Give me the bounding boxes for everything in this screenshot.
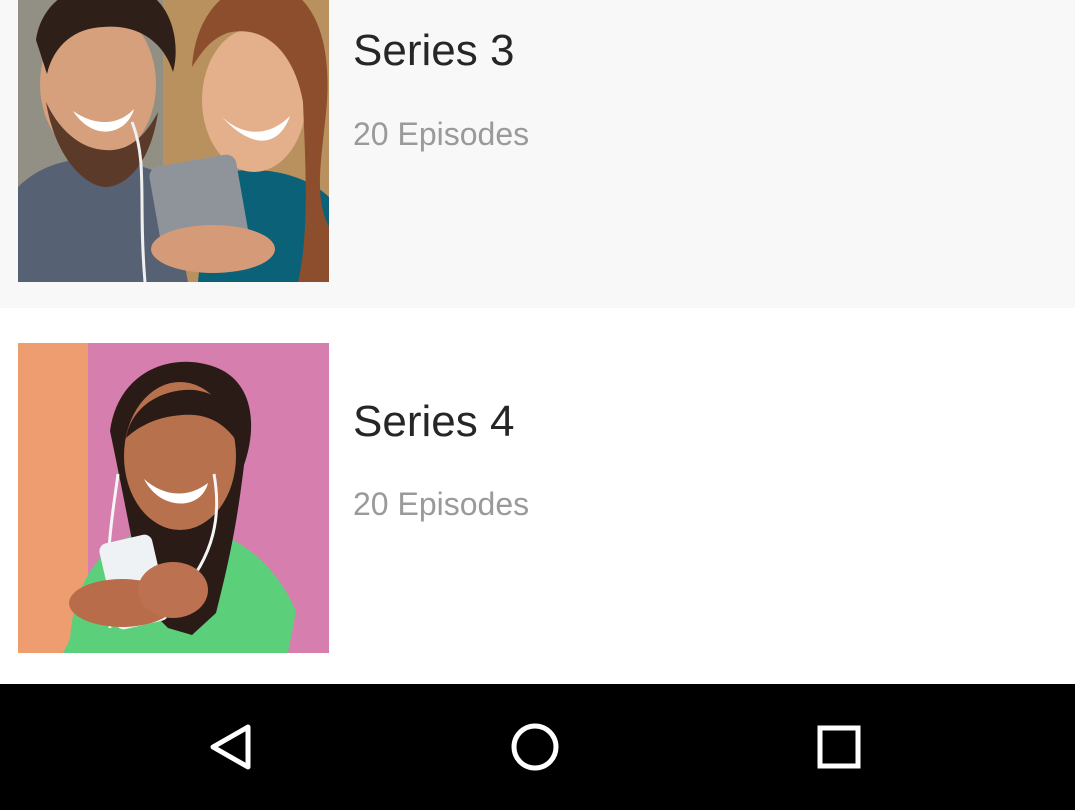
episode-count: 20 Episodes bbox=[353, 486, 530, 522]
series-list-item[interactable]: Series 4 20 Episodes bbox=[0, 308, 1075, 684]
series-list[interactable]: Series 3 20 Episodes Series 4 20 Episode… bbox=[0, 0, 1075, 684]
couple-watching-phone-photo bbox=[18, 0, 329, 282]
back-button[interactable] bbox=[181, 702, 281, 792]
series-title: Series 4 bbox=[353, 397, 515, 446]
series-3-thumbnail bbox=[18, 0, 329, 282]
podcast-series-screen: Series 3 20 Episodes Series 4 20 Episode… bbox=[0, 0, 1075, 810]
home-button[interactable] bbox=[485, 702, 585, 792]
android-navigation-bar bbox=[0, 684, 1075, 810]
series-4-thumbnail bbox=[18, 343, 329, 653]
recents-square-icon bbox=[817, 725, 861, 769]
recents-button[interactable] bbox=[789, 702, 889, 792]
home-circle-icon bbox=[511, 723, 559, 771]
series-list-item[interactable]: Series 3 20 Episodes bbox=[0, 0, 1075, 308]
woman-with-phone-photo bbox=[18, 343, 329, 653]
back-triangle-icon bbox=[210, 724, 251, 770]
series-title: Series 3 bbox=[353, 26, 515, 75]
episode-count: 20 Episodes bbox=[353, 116, 530, 152]
